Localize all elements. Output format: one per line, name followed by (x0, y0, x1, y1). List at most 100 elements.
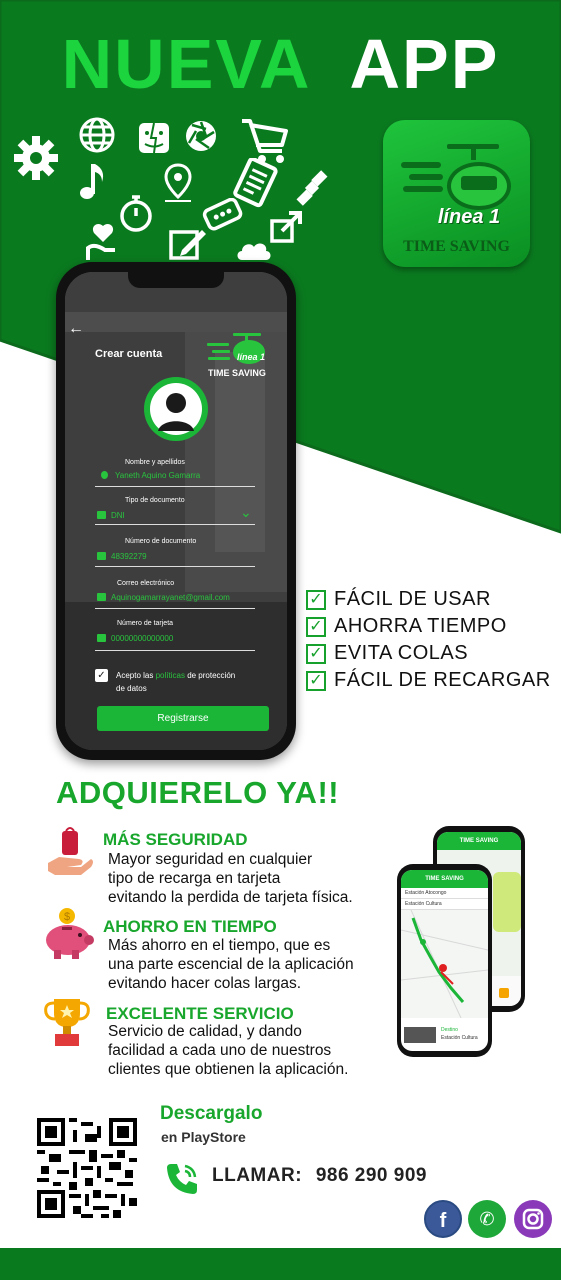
checkbox-icon: ✓ (306, 616, 326, 637)
card-icon (97, 634, 106, 642)
checkbox-icon: ✓ (306, 670, 326, 691)
benefit-title-time: AHORRO EN TIEMPO (103, 917, 277, 936)
back-arrow-icon[interactable]: ← (68, 320, 84, 338)
cloud-icon (237, 243, 271, 260)
benefit-line: facilidad a cada uno de nuestros (108, 1042, 332, 1059)
field-label-name: Nombre y apellidos (125, 459, 185, 466)
field-name-input[interactable]: Yaneth Aquino Gamarra (115, 471, 200, 480)
phone-notch (128, 272, 224, 288)
field-doc-number-input[interactable]: 48392279 (111, 552, 147, 561)
headline-word-nueva: NUEVA (61, 25, 312, 103)
checkbox-icon: ✓ (306, 643, 326, 664)
destination-field[interactable]: Estación Cultura (401, 899, 488, 910)
field-divider (95, 486, 255, 487)
app-icon-name: TIME SAVING (403, 238, 510, 255)
aperture-icon (186, 121, 216, 151)
benefit-text-time: Más ahorro en el tiempo, que es una part… (108, 936, 354, 993)
field-label-doc-type: Tipo de documento (125, 497, 185, 504)
footer-bar (0, 1248, 561, 1280)
field-doc-type-select[interactable]: DNI (111, 511, 125, 520)
download-title: Descargalo (160, 1103, 263, 1124)
map-header: TIME SAVING (437, 832, 521, 850)
feature-label: EVITA COLAS (334, 642, 469, 664)
screen-logo-script: línea 1 (237, 352, 266, 362)
feature-item: ✓ FÁCIL DE RECARGAR (306, 667, 551, 694)
benefit-line: tipo de recarga en tarjeta (108, 870, 281, 887)
benefit-text-security: Mayor seguridad en cualquier tipo de rec… (108, 850, 353, 907)
screen-title: Crear cuenta (95, 348, 163, 360)
location-pin-icon (164, 163, 192, 202)
field-divider (95, 524, 255, 525)
terms-policy-link[interactable]: políticas (156, 671, 185, 680)
headline: NUEVA APP (0, 24, 561, 104)
terms-checkbox[interactable]: ✓ (95, 669, 108, 682)
call-line[interactable]: LLAMAR: 986 290 909 (212, 1165, 427, 1187)
feature-item: ✓ EVITA COLAS (306, 640, 551, 667)
gear-icon (14, 136, 58, 180)
edit-pencil-icon (169, 230, 206, 260)
hand-heart-icon (86, 223, 115, 260)
helicopter-train-icon (401, 144, 511, 210)
benefit-line: evitando la perdida de tarjeta física. (108, 889, 353, 906)
instagram-glyph (522, 1208, 544, 1230)
field-divider (95, 650, 255, 651)
map-footer-title: Destino (441, 1027, 458, 1033)
benefit-line: Mayor seguridad en cualquier (108, 851, 313, 868)
id-card-icon (97, 511, 106, 519)
trophy-icon (44, 999, 90, 1046)
app-icon-script: línea 1 (437, 206, 501, 228)
piggy-bank-icon: $ (46, 908, 94, 959)
terms-prefix: Acepto las (116, 671, 154, 680)
instagram-icon[interactable] (514, 1200, 552, 1238)
phone-call-icon[interactable] (163, 1160, 201, 1198)
mail-icon (97, 593, 106, 601)
benefit-line: evitando hacer colas largas. (108, 975, 302, 992)
map-phone-front-screen: TIME SAVING Estación Atocongo Estación C… (401, 870, 488, 1051)
call-label: LLAMAR: (212, 1165, 303, 1186)
hand-bag-icon (48, 827, 93, 875)
music-note-icon (80, 164, 104, 199)
facebook-icon[interactable]: f (424, 1200, 462, 1238)
headline-word-app: APP (349, 25, 500, 103)
feature-label: FÁCIL DE RECARGAR (334, 669, 551, 691)
call-number[interactable]: 986 290 909 (316, 1165, 427, 1186)
terms-text: Acepto las políticas de protección de da… (116, 669, 235, 695)
whatsapp-icon[interactable]: ✆ (468, 1200, 506, 1238)
field-email-input[interactable]: Aquinogamarrayanet@gmail.com (111, 593, 230, 602)
metro-map (401, 910, 488, 1018)
chat-bubble-icon (202, 198, 243, 231)
signup-screen: ← Crear cuenta línea 1 TIME SAVING Nombr… (65, 272, 287, 750)
satellite-icon (296, 170, 328, 206)
field-card-number-input[interactable]: 00000000000000 (111, 634, 173, 643)
feature-label: AHORRA TIEMPO (334, 615, 507, 637)
register-button[interactable]: Registrarse (97, 706, 269, 731)
person-photo (493, 872, 521, 932)
feature-label: FÁCIL DE USAR (334, 588, 491, 610)
app-icon: línea 1 TIME SAVING (383, 120, 530, 267)
download-subtitle: en PlayStore (161, 1129, 246, 1145)
checkbox-icon: ✓ (306, 589, 326, 610)
feature-item: ✓ AHORRA TIEMPO (306, 613, 551, 640)
benefit-line: una parte escencial de la aplicación (108, 956, 354, 973)
origin-field[interactable]: Estación Atocongo (401, 888, 488, 899)
document-number-icon (97, 552, 106, 560)
field-divider (95, 608, 255, 609)
benefit-text-service: Servicio de calidad, y dando facilidad a… (108, 1022, 348, 1079)
cta-heading: ADQUIERELO YA!! (56, 775, 340, 810)
benefit-line: Más ahorro en el tiempo, que es (108, 937, 331, 954)
share-box-icon (270, 211, 302, 243)
user-icon (101, 471, 108, 479)
field-divider (95, 566, 255, 567)
map-footer-sub: Estación Cultura (441, 1035, 478, 1041)
qr-code[interactable] (37, 1118, 137, 1218)
field-label-card-number: Número de tarjeta (117, 620, 174, 627)
avatar[interactable] (143, 376, 209, 442)
field-label-doc-number: Número de documento (125, 538, 197, 545)
phone-mockup: ← Crear cuenta línea 1 TIME SAVING Nombr… (56, 262, 296, 760)
flyer-page: NUEVA APP línea 1 TIME SAVING ← Crear cu… (0, 0, 561, 1280)
feature-item: ✓ FÁCIL DE USAR (306, 586, 551, 613)
chevron-down-icon[interactable]: ⌄ (240, 504, 252, 521)
globe-icon (79, 117, 115, 153)
map-phone-front: TIME SAVING Estación Atocongo Estación C… (397, 864, 492, 1057)
features-list: ✓ FÁCIL DE USAR ✓ AHORRA TIEMPO ✓ EVITA COL… (306, 586, 551, 694)
